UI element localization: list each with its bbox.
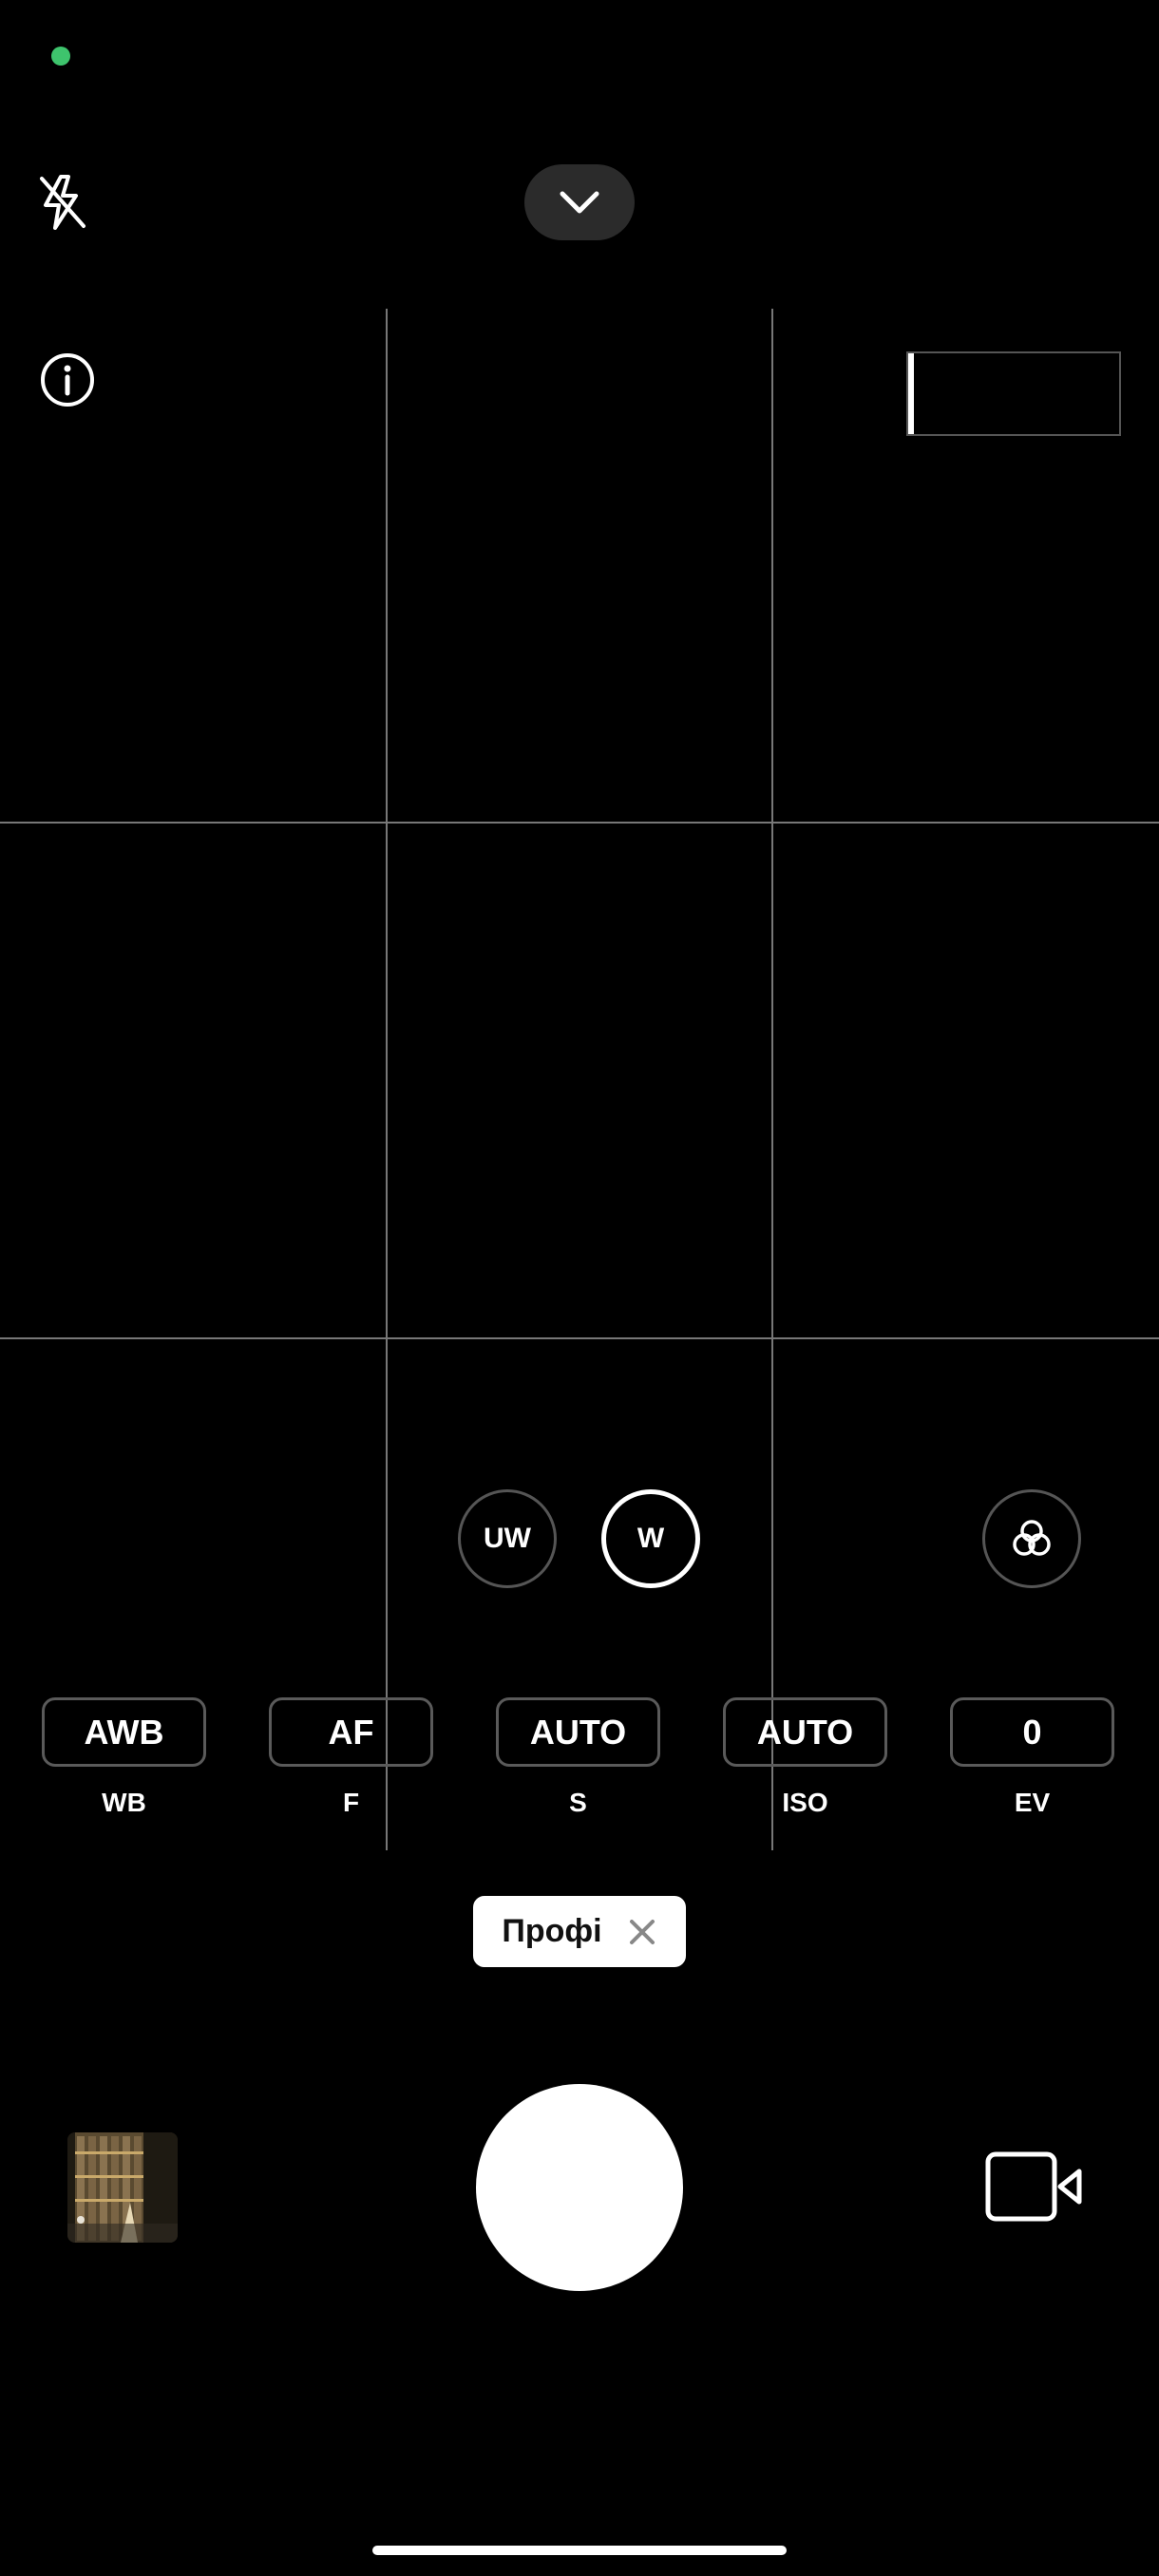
grid-line-horizontal — [0, 822, 1159, 824]
shutter-speed-label: S — [569, 1788, 587, 1817]
shutter-speed-value[interactable]: AUTO — [496, 1697, 660, 1767]
iso-value[interactable]: AUTO — [723, 1697, 887, 1767]
grid-line-vertical — [386, 309, 388, 1850]
lens-ultrawide-button[interactable]: UW — [458, 1489, 557, 1588]
video-camera-icon — [985, 2151, 1082, 2222]
grid-line-horizontal — [0, 1337, 1159, 1339]
shutter-button[interactable] — [476, 2084, 683, 2291]
camera-in-use-indicator — [51, 47, 70, 66]
filters-icon — [1013, 1520, 1051, 1556]
white-balance-value[interactable]: AWB — [42, 1697, 206, 1767]
flash-off-button[interactable] — [34, 171, 91, 234]
expand-settings-button[interactable] — [524, 164, 635, 240]
iso-label: ISO — [782, 1788, 828, 1817]
gallery-thumbnail[interactable] — [67, 2132, 178, 2243]
mode-chip-label: Профі — [502, 1913, 602, 1949]
iso-control[interactable]: AUTO ISO — [723, 1697, 887, 1818]
flash-off-icon — [40, 175, 86, 230]
shutter-speed-control[interactable]: AUTO S — [496, 1697, 660, 1818]
chevron-down-icon — [560, 191, 599, 214]
home-indicator[interactable] — [372, 2546, 787, 2555]
camera-screen: UW W AWB WB AF F AUTO S AUTO ISO 0 EV Пр… — [0, 0, 1159, 2576]
white-balance-label: WB — [102, 1788, 146, 1817]
info-button[interactable] — [39, 351, 96, 408]
gallery-preview-image — [67, 2132, 178, 2243]
exposure-control[interactable]: 0 EV — [950, 1697, 1114, 1818]
lens-wide-button[interactable]: W — [601, 1489, 700, 1588]
pro-mode-chip[interactable]: Профі — [473, 1896, 686, 1967]
exposure-value[interactable]: 0 — [950, 1697, 1114, 1767]
focus-control[interactable]: AF F — [269, 1697, 433, 1818]
histogram — [906, 351, 1121, 436]
filters-button[interactable] — [982, 1489, 1081, 1588]
exposure-label: EV — [1014, 1788, 1051, 1817]
video-mode-button[interactable] — [984, 2150, 1085, 2223]
focus-value[interactable]: AF — [269, 1697, 433, 1767]
info-icon — [41, 353, 94, 407]
histogram-bar — [908, 353, 914, 434]
focus-label: F — [342, 1788, 360, 1817]
close-icon[interactable] — [627, 1917, 657, 1947]
white-balance-control[interactable]: AWB WB — [42, 1697, 206, 1818]
grid-line-vertical — [771, 309, 773, 1850]
